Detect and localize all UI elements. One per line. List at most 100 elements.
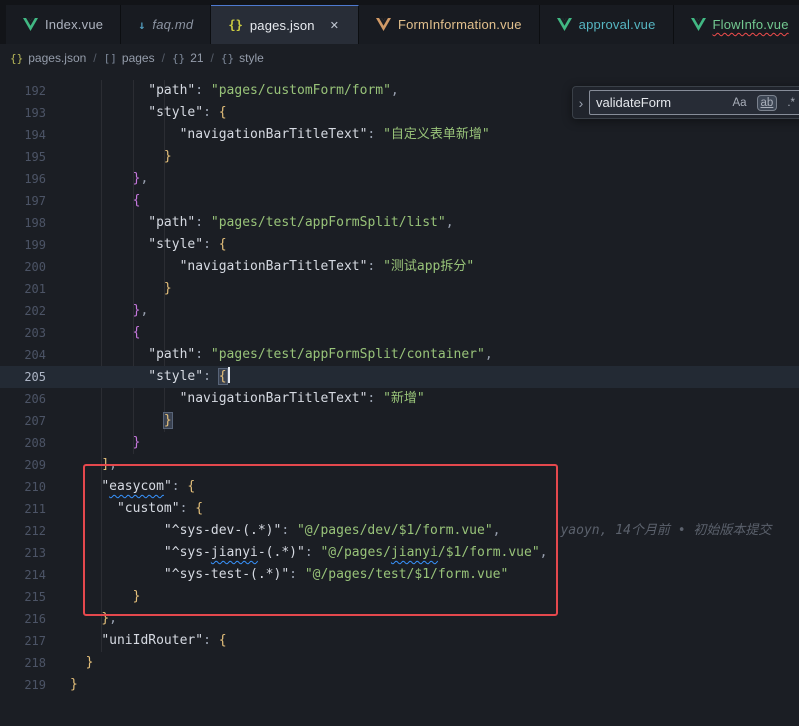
code-line-214[interactable]: 214 "^sys-test-(.*)": "@/pages/test/$1/f… (0, 564, 799, 586)
breadcrumb-label: pages.json (28, 51, 86, 65)
line-number[interactable]: 212 (0, 520, 46, 542)
find-expand-chevron-icon[interactable]: › (573, 95, 589, 111)
code-line-200[interactable]: 200 "navigationBarTitleText": "测试app拆分" (0, 256, 799, 278)
code-line-213[interactable]: 213 "^sys-jianyi-(.*)": "@/pages/jianyi/… (0, 542, 799, 564)
code-line-210[interactable]: 210 "easycom": { (0, 476, 799, 498)
tab-pages-json[interactable]: {}pages.json✕ (211, 5, 359, 44)
code-line-199[interactable]: 199 "style": { (0, 234, 799, 256)
code-text: "^sys-jianyi-(.*)": "@/pages/jianyi/$1/f… (46, 542, 547, 564)
line-number[interactable]: 217 (0, 630, 46, 652)
line-number[interactable]: 208 (0, 432, 46, 454)
code-line-208[interactable]: 208 } (0, 432, 799, 454)
line-number[interactable]: 194 (0, 124, 46, 146)
code-text: }, (46, 608, 117, 630)
symbol-icon: [] (104, 52, 117, 65)
code-area[interactable]: 192 "path": "pages/customForm/form",193 … (0, 72, 799, 696)
line-number[interactable]: 207 (0, 410, 46, 432)
code-text: "style": { (46, 102, 227, 124)
code-text: "easycom": { (46, 476, 195, 498)
editor[interactable]: 192 "path": "pages/customForm/form",193 … (0, 72, 799, 726)
line-number[interactable]: 195 (0, 146, 46, 168)
line-number[interactable]: 199 (0, 234, 46, 256)
match-case-icon[interactable]: Aa (729, 96, 749, 110)
breadcrumb-separator: / (162, 51, 165, 65)
line-number[interactable]: 202 (0, 300, 46, 322)
find-input[interactable]: validateForm Aa ab .* (589, 90, 799, 115)
code-text: "style": { (46, 366, 230, 388)
code-line-198[interactable]: 198 "path": "pages/test/appFormSplit/lis… (0, 212, 799, 234)
code-text: "path": "pages/test/appFormSplit/contain… (46, 344, 493, 366)
line-number[interactable]: 209 (0, 454, 46, 476)
line-number[interactable]: 192 (0, 80, 46, 102)
line-number[interactable]: 213 (0, 542, 46, 564)
code-line-207[interactable]: 207 } (0, 410, 799, 432)
line-number[interactable]: 200 (0, 256, 46, 278)
line-number[interactable]: 201 (0, 278, 46, 300)
code-text: ], (46, 454, 117, 476)
vue-icon (557, 18, 572, 31)
breadcrumb-separator: / (93, 51, 96, 65)
tab-forminformation-vue[interactable]: FormInformation.vue (359, 5, 540, 44)
line-number[interactable]: 203 (0, 322, 46, 344)
tab-approval-vue[interactable]: approval.vue (540, 5, 674, 44)
code-line-209[interactable]: 209 ], (0, 454, 799, 476)
vue-icon (23, 18, 38, 31)
line-number[interactable]: 216 (0, 608, 46, 630)
code-line-197[interactable]: 197 { (0, 190, 799, 212)
line-number[interactable]: 215 (0, 586, 46, 608)
code-line-219[interactable]: 219} (0, 674, 799, 696)
code-text: } (46, 146, 172, 168)
code-line-206[interactable]: 206 "navigationBarTitleText": "新增" (0, 388, 799, 410)
line-number[interactable]: 198 (0, 212, 46, 234)
breadcrumb-item-pages[interactable]: []pages (104, 51, 155, 65)
line-number[interactable]: 196 (0, 168, 46, 190)
line-number[interactable]: 211 (0, 498, 46, 520)
tab-label: FlowInfo.vue (713, 17, 789, 32)
code-line-212[interactable]: 212 "^sys-dev-(.*)": "@/pages/dev/$1/for… (0, 520, 799, 542)
tab-flowinfo-vue[interactable]: FlowInfo.vue (674, 5, 799, 44)
symbol-icon: {} (172, 52, 185, 65)
tab-label: FormInformation.vue (398, 17, 522, 32)
line-number[interactable]: 204 (0, 344, 46, 366)
regex-icon[interactable]: .* (784, 96, 798, 110)
code-line-205[interactable]: 205 "style": { (0, 366, 799, 388)
breadcrumb-label: 21 (190, 51, 203, 65)
line-number[interactable]: 206 (0, 388, 46, 410)
code-text: } (46, 432, 140, 454)
code-line-216[interactable]: 216 }, (0, 608, 799, 630)
code-line-202[interactable]: 202 }, (0, 300, 799, 322)
line-number[interactable]: 210 (0, 476, 46, 498)
code-line-215[interactable]: 215 } (0, 586, 799, 608)
close-tab-icon[interactable]: ✕ (328, 18, 341, 33)
tab-index-vue[interactable]: Index.vue (6, 5, 121, 44)
breadcrumb-item-21[interactable]: {} 21 (172, 51, 204, 65)
code-line-194[interactable]: 194 "navigationBarTitleText": "自定义表单新增" (0, 124, 799, 146)
text-cursor (228, 367, 230, 383)
tab-faq-md[interactable]: ↓faq.md (121, 5, 211, 44)
line-number[interactable]: 197 (0, 190, 46, 212)
code-line-203[interactable]: 203 { (0, 322, 799, 344)
code-line-204[interactable]: 204 "path": "pages/test/appFormSplit/con… (0, 344, 799, 366)
code-line-195[interactable]: 195 } (0, 146, 799, 168)
code-line-217[interactable]: 217 "uniIdRouter": { (0, 630, 799, 652)
code-line-201[interactable]: 201 } (0, 278, 799, 300)
line-number[interactable]: 218 (0, 652, 46, 674)
line-number[interactable]: 193 (0, 102, 46, 124)
code-text: "navigationBarTitleText": "测试app拆分" (46, 256, 474, 278)
breadcrumb: {}pages.json/[]pages/{}21/{}style (0, 44, 799, 72)
tab-label: faq.md (152, 17, 193, 32)
code-line-218[interactable]: 218 } (0, 652, 799, 674)
code-text: "custom": { (46, 498, 203, 520)
code-text: } (46, 410, 172, 432)
line-number[interactable]: 214 (0, 564, 46, 586)
breadcrumb-item-style[interactable]: {}style (221, 51, 264, 65)
code-line-211[interactable]: 211 "custom": { (0, 498, 799, 520)
code-text: "path": "pages/customForm/form", (46, 80, 399, 102)
line-number[interactable]: 219 (0, 674, 46, 696)
line-number[interactable]: 205 (0, 366, 46, 388)
tab-label: approval.vue (579, 17, 656, 32)
whole-word-icon[interactable]: ab (758, 96, 777, 110)
code-line-196[interactable]: 196 }, (0, 168, 799, 190)
breadcrumb-item-pages-json[interactable]: {} pages.json (10, 51, 86, 65)
symbol-icon: {} (10, 52, 23, 65)
